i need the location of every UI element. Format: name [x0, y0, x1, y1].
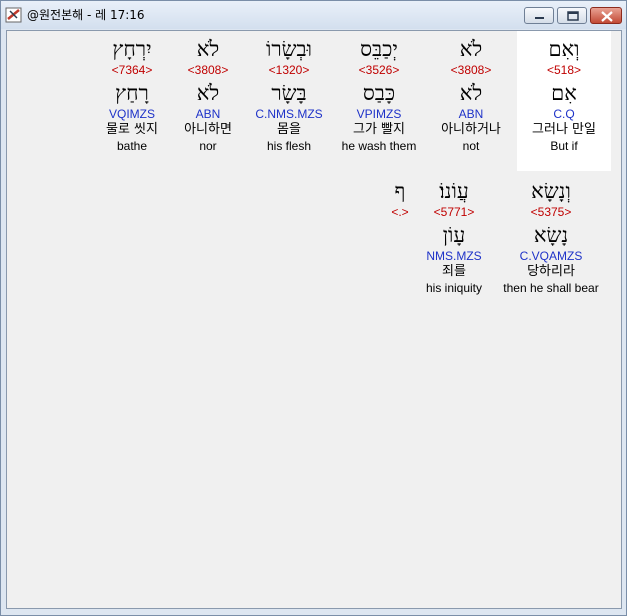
maximize-button[interactable] — [557, 7, 587, 24]
hebrew-word: יִרְחָץ — [112, 37, 152, 61]
word-column[interactable]: ף <.> — [370, 173, 430, 219]
parsing-code: C.Q — [553, 107, 575, 121]
close-icon — [601, 11, 613, 22]
hebrew-word: יְכַבֵּס — [360, 37, 398, 61]
strong-number[interactable]: <3808> — [421, 63, 521, 77]
lemma: רָחַץ — [115, 81, 149, 105]
english-gloss: he wash them — [341, 139, 417, 153]
title-bar[interactable]: @원전본해 - 레 17:16 — [1, 1, 626, 29]
hebrew-word: וְנָשָׂא — [531, 179, 571, 203]
strong-number[interactable]: <518> — [517, 63, 611, 77]
word-column[interactable]: יְכַבֵּס <3526> כָּבַס VPIMZS 그가 빨지 he w… — [329, 31, 429, 154]
hebrew-word: ף — [394, 179, 406, 203]
korean-gloss: 당하리라 — [527, 264, 575, 279]
parsing-code: VPIMZS — [356, 107, 402, 121]
lemma: נָשָׂא — [533, 223, 569, 247]
close-button[interactable] — [590, 7, 622, 24]
minimize-icon — [535, 17, 544, 19]
word-column[interactable]: לֹא <3808> לֹא ABN 아니하거나 not — [421, 31, 521, 154]
korean-gloss: 죄를 — [442, 264, 466, 279]
strong-number[interactable]: <7364> — [82, 63, 182, 77]
window-title: @원전본해 - 레 17:16 — [27, 8, 145, 22]
parsing-code: VQIMZS — [108, 107, 155, 121]
word-column[interactable]: וְנָשָׂא <5375> נָשָׂא C.VQAMZS 당하리라 the… — [501, 173, 601, 296]
parsing-code: C.VQAMZS — [519, 249, 583, 263]
app-icon — [5, 6, 23, 24]
hebrew-word: וְאִם — [548, 37, 580, 61]
strong-number[interactable]: <5375> — [501, 205, 601, 219]
lemma: לֹא — [459, 81, 483, 105]
strong-number[interactable]: <3526> — [329, 63, 429, 77]
english-gloss: But if — [550, 139, 578, 153]
word-column[interactable]: וְאִם <518> אִם C.Q 그러나 만일 But if — [517, 31, 611, 171]
korean-gloss: 그러나 만일 — [532, 122, 596, 137]
parsing-code: ABN — [458, 107, 484, 121]
korean-gloss: 아니하거나 — [441, 122, 501, 137]
lemma: כָּבַס — [362, 81, 396, 105]
lemma: עָוֹן — [442, 223, 466, 247]
korean-gloss: 그가 빨지 — [353, 122, 405, 137]
lemma: אִם — [551, 81, 577, 105]
interlinear-view[interactable]: וְאִם <518> אִם C.Q 그러나 만일 But if לֹא <3… — [6, 30, 622, 609]
english-gloss: not — [462, 139, 480, 153]
english-gloss: then he shall bear — [503, 281, 599, 295]
strong-number[interactable]: <.> — [370, 205, 430, 219]
korean-gloss: 물로 씻지 — [106, 122, 158, 137]
parsing-code: NMS.MZS — [426, 249, 482, 263]
english-gloss: his iniquity — [425, 281, 483, 295]
app-window: @원전본해 - 레 17:16 וְאִם <518> אִם C.Q 그러나 … — [0, 0, 627, 616]
word-column[interactable]: יִרְחָץ <7364> רָחַץ VQIMZS 물로 씻지 bathe — [82, 31, 182, 154]
minimize-button[interactable] — [524, 7, 554, 24]
maximize-icon — [567, 11, 579, 21]
hebrew-word: לֹא — [459, 37, 483, 61]
english-gloss: bathe — [116, 139, 148, 153]
